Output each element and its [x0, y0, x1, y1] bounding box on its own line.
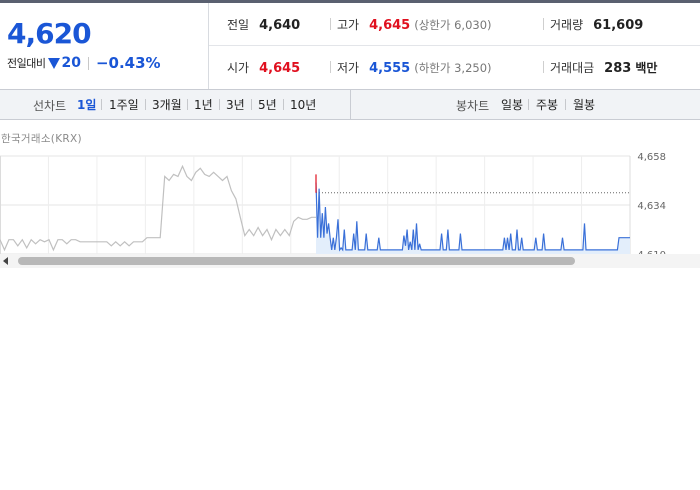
divider	[528, 99, 529, 110]
volume-value: 61,609	[593, 18, 644, 33]
y-tick-label: 4,634	[637, 201, 666, 212]
divider	[283, 99, 284, 110]
divider	[219, 99, 220, 110]
down-arrow-icon	[48, 57, 61, 69]
prev-close-value: 4,640	[259, 18, 301, 33]
change-rate: −0.43%	[95, 54, 161, 72]
line-chart-title: 선차트	[33, 99, 67, 113]
tab-monthly-candle[interactable]: 월봉	[573, 96, 595, 113]
amount-unit: 백만	[635, 61, 658, 75]
volume-label: 거래량	[550, 18, 584, 32]
low-value: 4,555	[369, 61, 411, 76]
prev-close-label: 전일	[227, 18, 250, 32]
line-chart-tabs: 선차트 1일 1주일 3개월 1년 3년 5년 10년	[0, 90, 351, 119]
past-price-line	[0, 164, 316, 252]
divider	[101, 99, 102, 110]
low-label: 저가	[337, 61, 360, 75]
divider	[87, 56, 89, 70]
high: 고가 4,645 (상한가 6,030)	[337, 16, 492, 33]
divider	[543, 18, 544, 30]
tab-daily-candle[interactable]: 일봉	[501, 96, 523, 113]
divider	[145, 99, 146, 110]
price-box: 4,620 전일대비 20 −0.43%	[0, 3, 209, 89]
tab-weekly-candle[interactable]: 주봉	[536, 96, 558, 113]
prev-close: 전일 4,640	[227, 16, 300, 33]
tab-1day[interactable]: 1일	[77, 96, 96, 113]
change-row: 전일대비 20 −0.43%	[7, 54, 161, 72]
tab-1week[interactable]: 1주일	[109, 96, 139, 113]
stats-grid: 전일 4,640 고가 4,645 (상한가 6,030) 거래량 61,609…	[209, 3, 700, 89]
trade-amount: 거래대금 283 백만	[550, 59, 657, 76]
price-line-chart: 4,6584,6344,610	[0, 152, 666, 256]
tab-3month[interactable]: 3개월	[152, 96, 182, 113]
divider	[565, 99, 566, 110]
open: 시가 4,645	[227, 59, 300, 76]
current-price: 4,620	[7, 17, 92, 50]
tab-10year[interactable]: 10년	[290, 96, 316, 113]
quote-panel: 4,620 전일대비 20 −0.43% 전일 4,640 고가 4,645 (…	[0, 3, 700, 90]
divider	[330, 61, 331, 73]
tab-3year[interactable]: 3년	[226, 96, 245, 113]
amount-value: 283	[604, 61, 632, 76]
candle-chart-title: 봉차트	[456, 99, 490, 113]
tab-5year[interactable]: 5년	[258, 96, 277, 113]
high-label: 고가	[337, 18, 360, 32]
lower-limit: (하한가 3,250)	[414, 61, 492, 75]
y-tick-label: 4,658	[637, 152, 666, 163]
change-label: 전일대비	[7, 57, 46, 70]
high-value: 4,645	[369, 18, 411, 33]
volume: 거래량 61,609	[550, 16, 643, 33]
divider	[330, 18, 331, 30]
change-value: 20	[61, 55, 81, 71]
low: 저가 4,555 (하한가 3,250)	[337, 59, 492, 76]
chart-tabs-bar: 선차트 1일 1주일 3개월 1년 3년 5년 10년 봉차트 일봉 주봉 월봉	[0, 90, 700, 120]
divider	[543, 61, 544, 73]
divider	[187, 99, 188, 110]
chart-scrollbar[interactable]	[0, 254, 700, 268]
divider	[251, 99, 252, 110]
scroll-thumb[interactable]	[18, 257, 575, 265]
open-label: 시가	[227, 61, 250, 75]
tab-1year[interactable]: 1년	[194, 96, 213, 113]
upper-limit: (상한가 6,030)	[414, 18, 492, 32]
scroll-left-icon[interactable]	[3, 257, 8, 265]
open-value: 4,645	[259, 61, 301, 76]
row-divider	[209, 45, 700, 46]
amount-label: 거래대금	[550, 61, 595, 75]
